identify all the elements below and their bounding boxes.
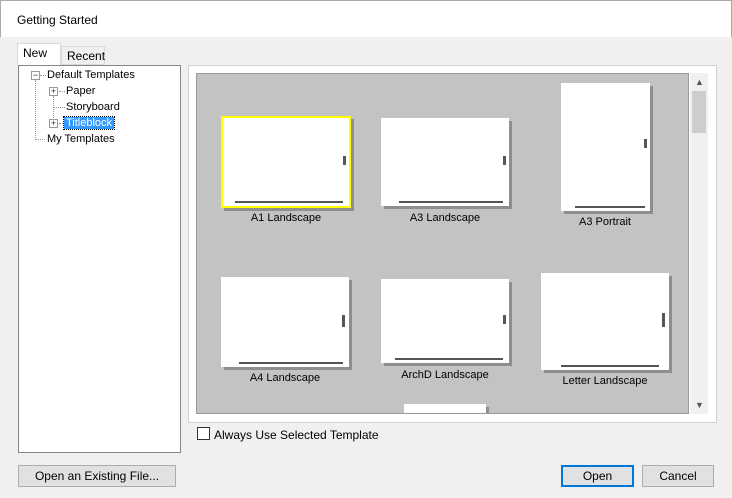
- template-a4-landscape[interactable]: [221, 277, 349, 367]
- tree-item-titleblock[interactable]: Titleblock: [62, 116, 116, 130]
- vertical-scrollbar[interactable]: ▲ ▼: [690, 73, 708, 414]
- template-a1-landscape[interactable]: [221, 116, 351, 208]
- always-use-label[interactable]: Always Use Selected Template: [214, 428, 379, 442]
- always-use-checkbox[interactable]: [197, 427, 210, 440]
- scroll-up-icon[interactable]: ▲: [695, 77, 704, 87]
- template-partial[interactable]: [404, 404, 486, 413]
- collapse-icon[interactable]: −: [31, 71, 40, 80]
- template-label: ArchD Landscape: [401, 369, 489, 381]
- template-a3-portrait[interactable]: [561, 83, 650, 211]
- scroll-down-icon[interactable]: ▼: [695, 400, 704, 410]
- tree-item-default-templates[interactable]: Default Templates: [47, 69, 135, 81]
- template-label: A4 Landscape: [249, 372, 321, 384]
- template-gallery[interactable]: A1 Landscape A3 Landscape A3 Portrait A4…: [196, 73, 689, 414]
- tab-recent[interactable]: Recent: [61, 46, 105, 65]
- template-letter-landscape[interactable]: [541, 273, 669, 370]
- window-title: Getting Started: [17, 13, 98, 27]
- template-label: A1 Landscape: [250, 212, 322, 224]
- template-a3-landscape[interactable]: [381, 118, 509, 206]
- template-archd-landscape[interactable]: [381, 279, 509, 363]
- title-bar: Getting Started: [0, 0, 732, 37]
- tree-item-storyboard[interactable]: Storyboard: [66, 101, 120, 113]
- tab-new[interactable]: New: [17, 43, 61, 65]
- scroll-thumb[interactable]: [692, 91, 706, 133]
- open-button[interactable]: Open: [561, 465, 634, 487]
- tree-item-my-templates[interactable]: My Templates: [47, 133, 115, 145]
- template-label: Letter Landscape: [562, 375, 648, 387]
- expand-icon[interactable]: +: [49, 87, 58, 96]
- expand-icon[interactable]: +: [49, 119, 58, 128]
- open-existing-file-button[interactable]: Open an Existing File...: [18, 465, 176, 487]
- template-label: A3 Portrait: [579, 216, 631, 228]
- tree-item-paper[interactable]: Paper: [66, 85, 95, 97]
- template-label: A3 Landscape: [409, 212, 481, 224]
- cancel-button[interactable]: Cancel: [642, 465, 714, 487]
- template-tree[interactable]: − Default Templates + Paper Storyboard +…: [18, 65, 181, 453]
